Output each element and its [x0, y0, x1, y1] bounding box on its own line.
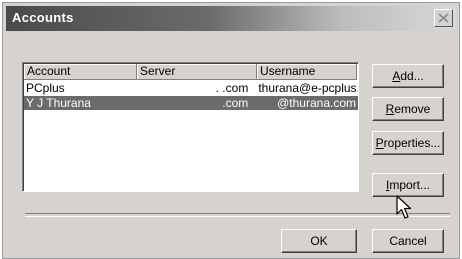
import-label: mport... — [389, 178, 431, 192]
window-title: Accounts — [12, 10, 74, 25]
title-bar: Accounts — [6, 6, 456, 31]
server-cell: .com — [222, 96, 249, 110]
column-header-account[interactable]: Account — [24, 64, 137, 80]
accounts-dialog: Accounts Account Server Username PCplus … — [2, 2, 460, 259]
mouse-pointer-icon — [396, 195, 412, 219]
add-label: dd... — [400, 69, 424, 83]
server-cell: . .com — [215, 81, 249, 95]
separator — [25, 213, 450, 217]
close-icon — [438, 13, 449, 23]
add-button[interactable]: Add... — [372, 64, 444, 88]
username-cell: thurana@e-pcplus. — [258, 81, 358, 95]
accounts-list[interactable]: Account Server Username PCplus . .com th… — [22, 62, 359, 192]
remove-mnemonic: R — [385, 102, 395, 116]
properties-button[interactable]: Properties... — [372, 131, 444, 155]
remove-button[interactable]: Remove — [372, 97, 444, 121]
list-header: Account Server Username — [24, 64, 358, 80]
account-cell: Y J Thurana — [26, 96, 91, 110]
properties-mnemonic: P — [375, 136, 384, 150]
import-button[interactable]: Import... — [372, 173, 444, 197]
add-mnemonic: A — [392, 69, 401, 83]
remove-label: emove — [394, 102, 431, 116]
close-button[interactable] — [434, 9, 453, 27]
username-cell: @thurana.com — [277, 96, 356, 110]
list-row-selected[interactable]: Y J Thurana .com @thurana.com — [24, 96, 358, 110]
properties-label: roperties... — [383, 136, 441, 150]
ok-button[interactable]: OK — [281, 229, 357, 253]
list-row[interactable]: PCplus . .com thurana@e-pcplus. — [24, 81, 358, 95]
column-header-server[interactable]: Server — [137, 64, 257, 80]
column-header-username[interactable]: Username — [257, 64, 357, 80]
account-cell: PCplus — [26, 81, 65, 95]
cancel-button[interactable]: Cancel — [372, 229, 444, 253]
